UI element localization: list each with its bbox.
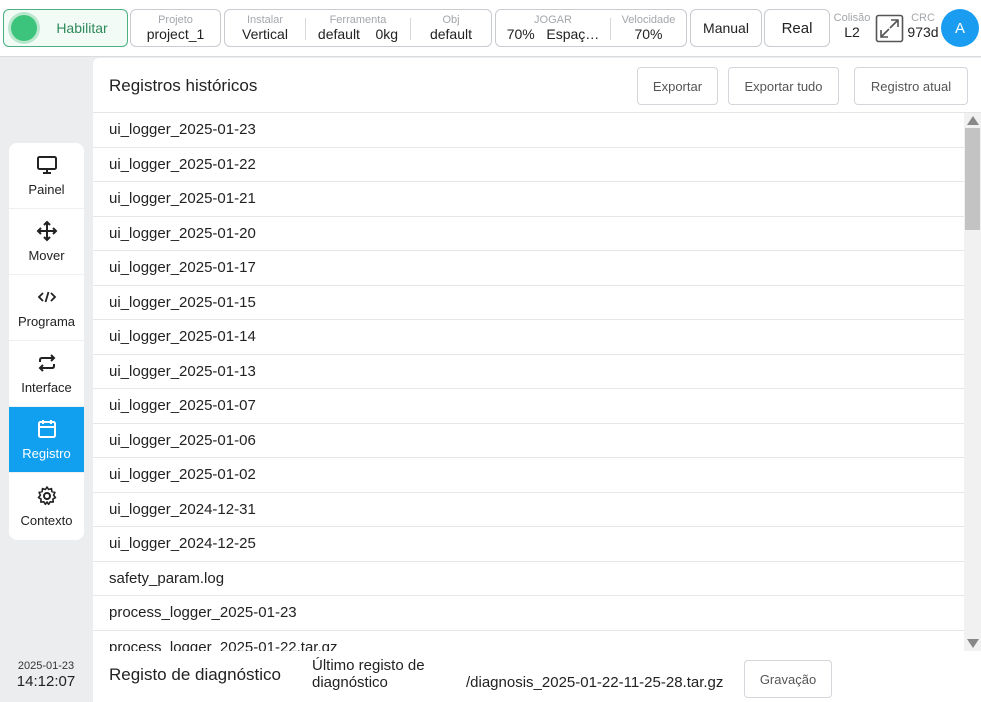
scroll-up-icon[interactable] <box>967 116 979 125</box>
code-icon <box>37 291 56 303</box>
list-item[interactable]: ui_logger_2024-12-31 <box>93 493 964 527</box>
nav-item-painel[interactable]: Painel <box>9 143 84 209</box>
diagnostic-section: Registo de diagnóstico Último registo de… <box>93 653 981 702</box>
list-item[interactable]: ui_logger_2025-01-14 <box>93 320 964 355</box>
side-nav: Painel Mover Programa Interface Registro <box>9 143 84 540</box>
tool-field[interactable]: Ferramenta default 0kg <box>306 10 410 46</box>
manual-mode-button[interactable]: Manual <box>690 9 762 47</box>
page-title: Registros históricos <box>109 76 258 95</box>
obj-label: Obj <box>442 14 460 26</box>
enable-label: Habilitar <box>56 20 108 36</box>
speed-value: 70% <box>634 26 663 42</box>
list-item[interactable]: ui_logger_2025-01-15 <box>93 286 964 320</box>
nav-label: Programa <box>17 314 76 329</box>
tool-value: default <box>317 26 360 42</box>
list-item[interactable]: safety_param.log <box>93 562 964 596</box>
install-label: Instalar <box>246 14 284 26</box>
collision-label: Colisão <box>833 12 871 24</box>
nav-label: Contexto <box>20 512 73 528</box>
speed-label: Velocidade <box>621 14 676 26</box>
nav-item-mover[interactable]: Mover <box>9 209 84 275</box>
list-item[interactable]: process_logger_2025-01-22.tar.gz <box>93 631 964 651</box>
top-bar: Habilitar Projeto project_1 Instalar Ver… <box>0 0 981 57</box>
move-arrows-icon <box>36 220 57 242</box>
list-item[interactable]: ui_logger_2025-01-22 <box>93 148 964 182</box>
clock-date: 2025-01-23 <box>17 660 75 672</box>
speed-field[interactable]: Velocidade 70% <box>611 10 686 46</box>
history-logs-panel: Registros históricos Exportar Exportar t… <box>93 58 981 702</box>
jog-speed-group: JOGAR 70% Espaç… Velocidade 70% <box>495 9 687 47</box>
crc-value: 973d <box>907 24 939 40</box>
panel-header: Registros históricos Exportar Exportar t… <box>93 58 981 113</box>
jog-label: JOGAR <box>534 14 572 26</box>
project-label: Projeto <box>158 14 193 26</box>
diagnostic-title: Registo de diagnóstico <box>109 665 282 684</box>
nav-item-programa[interactable]: Programa <box>9 275 84 341</box>
tool-value-row: default 0kg <box>306 26 410 43</box>
export-button[interactable]: Exportar <box>637 67 718 105</box>
calendar-icon <box>37 420 56 438</box>
current-log-button[interactable]: Registro atual <box>854 67 968 105</box>
nav-label: Painel <box>28 182 65 197</box>
config-group: Instalar Vertical Ferramenta default 0kg… <box>224 9 492 47</box>
nav-item-registro[interactable]: Registro <box>9 407 84 473</box>
list-item[interactable]: ui_logger_2024-12-25 <box>93 527 964 562</box>
nav-label: Mover <box>28 248 65 263</box>
list-item[interactable]: ui_logger_2025-01-06 <box>93 424 964 458</box>
nav-label: Registro <box>22 446 71 461</box>
list-item[interactable]: ui_logger_2025-01-21 <box>93 182 964 217</box>
list-item[interactable]: ui_logger_2025-01-07 <box>93 389 964 424</box>
jog-field[interactable]: JOGAR 70% Espaç… <box>496 10 610 46</box>
crc-label: CRC <box>911 12 935 24</box>
tool-label: Ferramenta <box>329 14 387 26</box>
log-list[interactable]: ui_logger_2025-01-23 ui_logger_2025-01-2… <box>93 113 981 651</box>
list-item[interactable]: ui_logger_2025-01-20 <box>93 217 964 251</box>
real-mode-button[interactable]: Real <box>764 9 830 47</box>
monitor-icon <box>36 156 57 174</box>
project-value: project_1 <box>146 26 205 42</box>
list-item[interactable]: ui_logger_2025-01-13 <box>93 355 964 389</box>
install-value: Vertical <box>242 26 288 42</box>
obj-field[interactable]: Obj default <box>411 10 491 46</box>
jog-space: Espaç… <box>546 26 600 42</box>
enable-status-dot <box>11 15 37 41</box>
jog-value: 70% <box>506 26 535 42</box>
collision-field[interactable]: Colisão L2 <box>832 12 872 41</box>
list-item[interactable]: ui_logger_2025-01-02 <box>93 458 964 493</box>
record-button[interactable]: Gravação <box>744 660 832 698</box>
tool-weight: 0kg <box>375 26 399 42</box>
list-item[interactable]: ui_logger_2025-01-23 <box>93 113 964 148</box>
clock: 2025-01-23 14:12:07 <box>0 660 92 690</box>
export-all-button[interactable]: Exportar tudo <box>728 67 839 105</box>
install-field[interactable]: Instalar Vertical <box>225 10 305 46</box>
nav-item-interface[interactable]: Interface <box>9 341 84 407</box>
gear-icon <box>37 485 56 505</box>
jog-value-row: 70% Espaç… <box>496 26 610 43</box>
clock-time: 14:12:07 <box>16 673 76 690</box>
crc-field: CRC 973d <box>906 12 940 41</box>
expand-icon[interactable] <box>875 14 904 43</box>
collision-value: L2 <box>844 24 860 40</box>
list-item[interactable]: process_logger_2025-01-23 <box>93 596 964 631</box>
swap-arrows-icon <box>38 354 55 372</box>
nav-label: Interface <box>21 380 72 395</box>
scroll-down-icon[interactable] <box>967 639 979 648</box>
nav-item-contexto[interactable]: Contexto <box>9 473 84 539</box>
avatar[interactable]: A <box>941 9 979 47</box>
scrollbar[interactable] <box>964 113 981 651</box>
project-selector[interactable]: Projeto project_1 <box>130 9 221 47</box>
enable-button[interactable]: Habilitar <box>3 9 128 47</box>
obj-value: default <box>429 26 473 42</box>
diagnostic-path: /diagnosis_2025-01-22-11-25-28.tar.gz <box>466 674 724 691</box>
last-diagnostic-label: Último registo de diagnóstico <box>312 657 425 691</box>
scrollbar-thumb[interactable] <box>965 128 980 230</box>
list-item[interactable]: ui_logger_2025-01-17 <box>93 251 964 286</box>
